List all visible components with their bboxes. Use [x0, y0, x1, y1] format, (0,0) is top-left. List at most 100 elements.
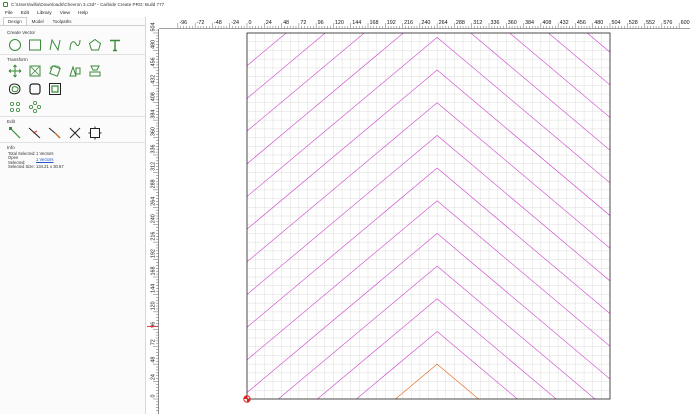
left-ruler-label: 120 — [151, 301, 157, 310]
top-ruler-label: 600 — [681, 20, 690, 26]
align-tool[interactable] — [88, 64, 102, 78]
mirror-tool[interactable] — [68, 64, 82, 78]
left-ruler-label: 432 — [151, 75, 157, 84]
top-ruler-label: 48 — [283, 20, 289, 26]
boundary-icon — [49, 83, 61, 95]
node-edit-tool[interactable] — [8, 126, 22, 140]
top-ruler-label: 384 — [525, 20, 534, 26]
rotate-tool[interactable] — [48, 64, 62, 78]
cut-tool[interactable] — [68, 126, 82, 140]
curve-icon — [69, 39, 81, 51]
left-ruler-label: 0 — [151, 395, 157, 398]
menu-edit[interactable]: Edit — [21, 11, 29, 16]
top-ruler-label: 432 — [560, 20, 569, 26]
text-icon — [110, 39, 120, 52]
join-tool[interactable] — [88, 126, 102, 140]
left-ruler-label: 480 — [151, 40, 157, 49]
section-create-vector: Create Vector — [7, 30, 36, 35]
left-ruler-label: 408 — [151, 92, 157, 101]
top-ruler-label: 528 — [629, 20, 638, 26]
left-ruler-label: 360 — [151, 127, 157, 136]
cut-icon — [69, 127, 81, 139]
left-ruler-label: 336 — [151, 145, 157, 154]
top-ruler-label: 216 — [404, 20, 413, 26]
origin-marker — [243, 395, 251, 403]
transform-tools-row3 — [0, 98, 145, 116]
left-ruler-label: 168 — [151, 267, 157, 276]
rectangle-tool[interactable] — [28, 38, 42, 52]
menu-help[interactable]: Help — [78, 11, 88, 16]
section-transform: Transform — [0, 54, 145, 62]
section-edit: Edit — [0, 116, 145, 124]
open-selected-link[interactable]: 1 Vectors — [36, 157, 53, 162]
menu-library[interactable]: Library — [37, 11, 52, 16]
offset-icon — [8, 83, 21, 95]
extend-icon — [48, 127, 61, 139]
array-tool[interactable] — [28, 100, 42, 114]
left-ruler-label: 288 — [151, 179, 157, 188]
node-edit-icon — [9, 127, 21, 139]
tab-design[interactable]: Design — [3, 17, 27, 25]
menu-view[interactable]: View — [60, 11, 70, 16]
top-ruler-label: 192 — [387, 20, 396, 26]
circle-icon — [9, 39, 21, 51]
top-ruler-label: -48 — [214, 20, 222, 26]
left-ruler-label: 312 — [151, 162, 157, 171]
tab-model[interactable]: Model — [28, 18, 48, 25]
design-canvas[interactable]: -96 -72 -48 -24 0 24 48 72 96 120 144 168 192 216 240 2… — [147, 17, 690, 414]
top-ruler-label: 408 — [542, 20, 551, 26]
top-ruler-label: -96 — [179, 20, 187, 26]
nodes-tool[interactable] — [8, 100, 22, 114]
top-ruler-label: 456 — [577, 20, 586, 26]
left-ruler-label: 144 — [151, 284, 157, 293]
canvas-drawing[interactable]: -96 -72 -48 -24 0 24 48 72 96 120 144 168 192 216 240 2… — [147, 17, 690, 414]
scale-tool[interactable] — [28, 64, 42, 78]
top-ruler-label: 312 — [473, 20, 482, 26]
align-icon — [89, 65, 101, 77]
title-bar: C:\Users\willa\Downloads\Chevron 3.c2d* … — [0, 0, 690, 9]
left-ruler-label: 504 — [151, 23, 157, 32]
rotate-icon — [49, 65, 61, 77]
left-ruler-label: 48 — [151, 357, 157, 363]
top-ruler-label: -72 — [197, 20, 205, 26]
boundary-tool[interactable] — [48, 82, 62, 96]
create-vector-tools — [0, 36, 145, 54]
transform-tools-row2 — [0, 80, 145, 98]
top-ruler-label: 144 — [352, 20, 361, 26]
nodes-icon — [10, 102, 20, 112]
top-ruler-label: 0 — [249, 20, 252, 26]
top-ruler-label: 360 — [508, 20, 517, 26]
section-info: Info — [0, 142, 145, 150]
top-ruler-label: 168 — [370, 20, 379, 26]
curve-tool[interactable] — [68, 38, 82, 52]
menu-file[interactable]: File — [5, 11, 13, 16]
left-ruler-label: 72 — [151, 339, 157, 345]
top-ruler: -96 -72 -48 -24 0 24 48 72 96 120 144 168 192 216 240 2… — [159, 17, 690, 29]
top-ruler-label: 96 — [318, 20, 324, 26]
move-icon — [8, 64, 22, 78]
top-ruler-label: 552 — [646, 20, 655, 26]
offset-tool[interactable] — [8, 82, 22, 96]
polygon-tool[interactable] — [88, 38, 102, 52]
total-selected-value: 1 Vectors — [36, 150, 54, 156]
fillet-tool[interactable] — [28, 82, 42, 96]
text-tool[interactable] — [108, 38, 122, 52]
top-ruler-label: 576 — [663, 20, 672, 26]
scale-icon — [29, 65, 41, 77]
top-ruler-label: 480 — [594, 20, 603, 26]
top-ruler-label: 240 — [421, 20, 430, 26]
left-ruler: 5044804564324083843603363122882642402161… — [147, 23, 159, 414]
move-tool[interactable] — [8, 64, 22, 78]
polyline-tool[interactable] — [48, 38, 62, 52]
info-selected-size: Selected Size: 134.21 x 30.87 — [0, 163, 145, 170]
trim-tool[interactable] — [28, 126, 42, 140]
menu-bar: File Edit Library View Help — [0, 9, 690, 17]
tab-toolpaths[interactable]: Toolpaths — [49, 18, 76, 25]
rectangle-icon — [29, 39, 41, 51]
top-ruler-label: 72 — [300, 20, 306, 26]
selected-size-label: Selected Size: — [8, 163, 35, 169]
extend-tool[interactable] — [48, 126, 62, 140]
circle-tool[interactable] — [8, 38, 22, 52]
left-ruler-label: 216 — [151, 232, 157, 241]
mirror-icon — [69, 65, 81, 77]
